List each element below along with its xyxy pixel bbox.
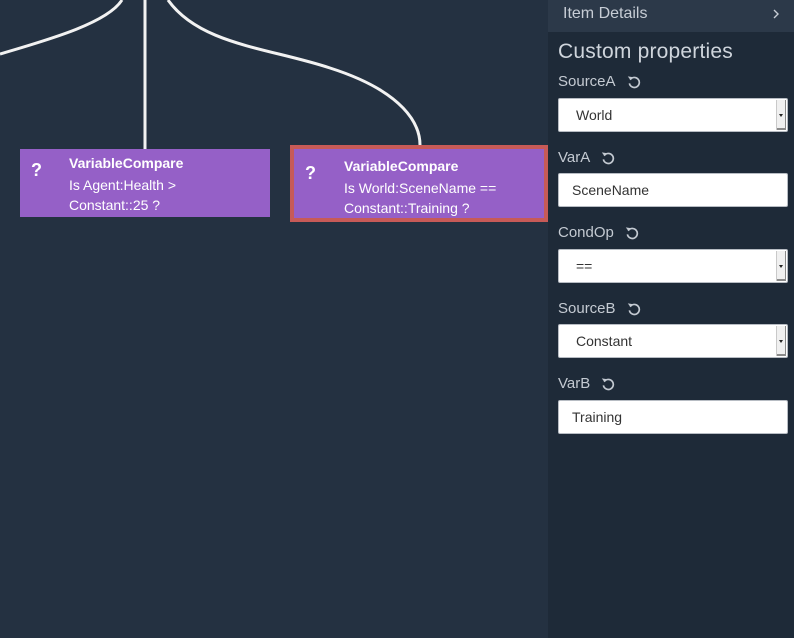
source-a-value: World	[576, 107, 613, 123]
source-b-select[interactable]: Constant	[558, 324, 788, 358]
dropdown-arrow-icon[interactable]	[776, 251, 786, 281]
reset-icon[interactable]	[625, 226, 639, 240]
cond-op-select[interactable]: ==	[558, 249, 788, 283]
node-title: VariableCompare	[344, 158, 459, 174]
source-a-label: SourceA	[558, 73, 641, 90]
dropdown-arrow-icon[interactable]	[776, 326, 786, 356]
var-b-input[interactable]: Training	[558, 400, 788, 434]
var-b-value: Training	[572, 409, 623, 425]
chevron-right-icon[interactable]	[772, 7, 780, 25]
dropdown-arrow-icon[interactable]	[776, 100, 786, 130]
cond-op-label-text: CondOp	[558, 224, 614, 241]
var-b-label-text: VarB	[558, 375, 591, 392]
reset-icon[interactable]	[627, 75, 641, 89]
node-title: VariableCompare	[69, 155, 184, 171]
var-a-label-text: VarA	[558, 149, 591, 166]
item-details-header[interactable]: Item Details	[548, 0, 794, 32]
node-description: Is Agent:Health > Constant::25 ?	[69, 177, 177, 213]
node-description: Is World:SceneName == Constant::Training…	[344, 180, 497, 216]
variable-compare-node-scenename[interactable]: ? VariableCompare Is World:SceneName == …	[290, 145, 548, 222]
var-b-label: VarB	[558, 375, 615, 392]
connector-lines	[0, 0, 422, 149]
source-b-label: SourceB	[558, 300, 641, 317]
question-icon: ?	[305, 163, 316, 183]
var-a-value: SceneName	[572, 182, 650, 198]
item-details-label: Item Details	[563, 5, 648, 22]
source-a-select[interactable]: World	[558, 98, 788, 132]
reset-icon[interactable]	[627, 302, 641, 316]
connector-line-left	[0, 0, 124, 56]
reset-icon[interactable]	[601, 377, 615, 391]
variable-compare-node-health[interactable]: ? VariableCompare Is Agent:Health > Cons…	[20, 149, 270, 217]
cond-op-label: CondOp	[558, 224, 639, 241]
cond-op-value: ==	[576, 258, 593, 274]
graph-canvas[interactable]: ? VariableCompare Is Agent:Health > Cons…	[0, 0, 548, 638]
source-b-value: Constant	[576, 333, 633, 349]
source-b-label-text: SourceB	[558, 300, 616, 317]
source-a-label-text: SourceA	[558, 73, 616, 90]
custom-properties-title: Custom properties	[558, 40, 733, 63]
question-icon: ?	[31, 160, 42, 180]
var-a-label: VarA	[558, 149, 615, 166]
reset-icon[interactable]	[601, 151, 615, 165]
connector-line-right	[166, 0, 422, 146]
item-details-panel: Item Details Custom properties SourceA W…	[548, 0, 794, 638]
var-a-input[interactable]: SceneName	[558, 173, 788, 207]
